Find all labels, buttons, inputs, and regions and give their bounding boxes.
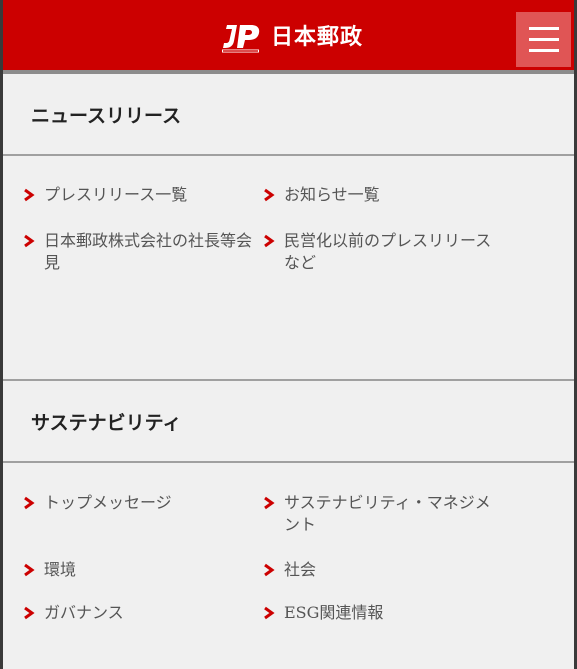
link-esg-information[interactable]: ESG関連情報 (262, 602, 502, 624)
chevron-right-icon (264, 563, 275, 577)
hamburger-menu-icon (528, 49, 559, 52)
hamburger-menu-icon (528, 27, 559, 30)
section-divider (3, 461, 574, 463)
section-divider (3, 154, 574, 156)
chevron-right-icon (264, 234, 275, 248)
chevron-right-icon (24, 188, 35, 202)
chevron-right-icon (264, 496, 275, 510)
jp-logo-mark (222, 25, 260, 53)
chevron-right-icon (24, 234, 35, 248)
section-title-news: ニュースリリース (31, 104, 182, 127)
link-top-message[interactable]: トップメッセージ (22, 492, 252, 514)
hamburger-menu-icon (528, 38, 559, 41)
link-press-release-list[interactable]: プレスリリース一覧 (22, 184, 252, 206)
site-header: 日本郵政 (3, 0, 574, 70)
link-notices-list[interactable]: お知らせ一覧 (262, 184, 502, 206)
link-sustainability-management[interactable]: サステナビリティ・マネジメント (262, 492, 504, 536)
chevron-right-icon (24, 496, 35, 510)
link-pre-privatization-releases[interactable]: 民営化以前のプレスリリースなど (262, 230, 502, 274)
hamburger-menu-button[interactable] (516, 12, 571, 67)
section-title-sustainability: サステナビリティ (31, 411, 182, 434)
chevron-right-icon (24, 563, 35, 577)
link-society[interactable]: 社会 (262, 559, 502, 581)
link-governance[interactable]: ガバナンス (22, 602, 252, 624)
chevron-right-icon (264, 188, 275, 202)
link-president-press-conference[interactable]: 日本郵政株式会社の社長等会見 (22, 230, 264, 274)
chevron-right-icon (264, 606, 275, 620)
link-environment[interactable]: 環境 (22, 559, 252, 581)
logo-text: 日本郵政 (271, 25, 364, 50)
jp-holdings-logo[interactable]: 日本郵政 (221, 23, 363, 53)
chevron-right-icon (24, 606, 35, 620)
